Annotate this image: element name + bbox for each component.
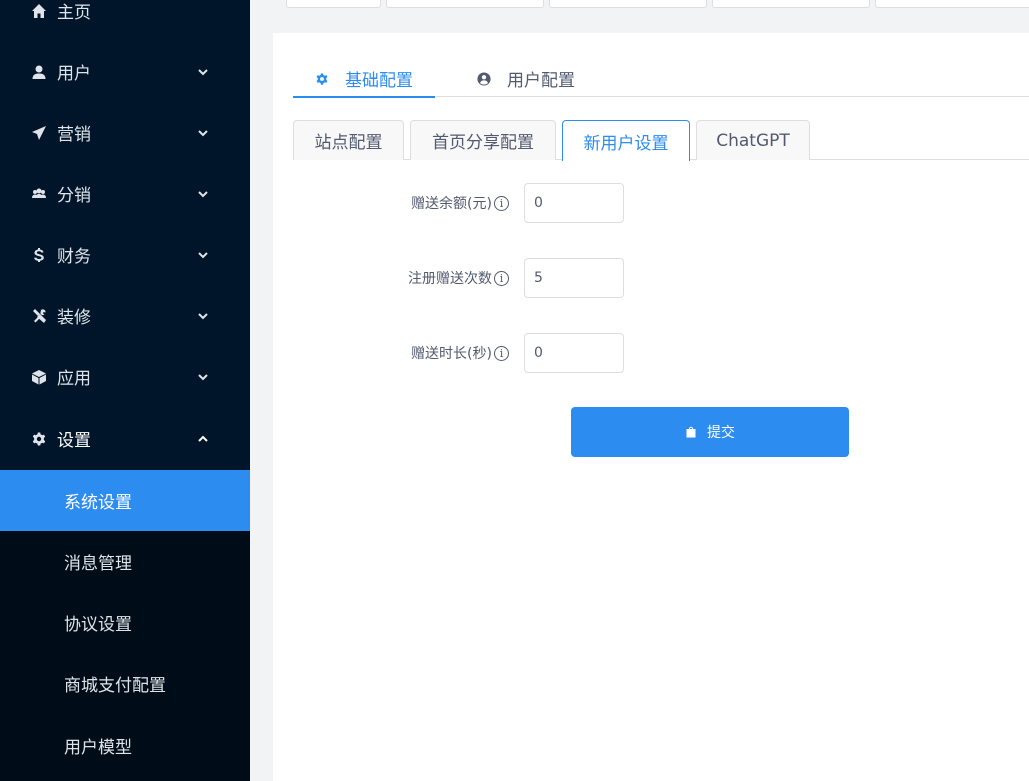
form-label: 注册赠送次数 i (408, 258, 509, 298)
dollar-icon (31, 247, 47, 263)
page-tag[interactable] (712, 0, 870, 8)
chevron-down-icon (196, 309, 210, 323)
gear-icon (31, 431, 47, 447)
tab-user-config[interactable]: 用户配置 (477, 60, 607, 97)
chevron-down-icon (196, 65, 210, 79)
page-tag[interactable] (286, 0, 381, 8)
field-label: 注册赠送次数 (408, 271, 492, 287)
bonus-balance-input[interactable] (524, 183, 624, 223)
sidebar-item-label: 主页 (57, 3, 91, 23)
sidebar-item-label: 用户 (57, 64, 91, 84)
form-label: 赠送时长(秒) i (411, 333, 509, 373)
page-tag[interactable] (549, 0, 707, 8)
form-row-bonus-duration: 赠送时长(秒) i (273, 333, 1029, 373)
register-bonus-count-input[interactable] (524, 258, 624, 298)
form-row-register-bonus-count: 注册赠送次数 i (273, 258, 1029, 298)
sidebar-item-label: 装修 (57, 308, 91, 328)
chevron-up-icon (196, 432, 210, 446)
submit-label: 提交 (707, 425, 735, 441)
sub-config-tabs: 站点配置 首页分享配置 新用户设置 ChatGPT (293, 120, 1029, 161)
bonus-duration-input[interactable] (524, 333, 624, 373)
tools-icon (31, 308, 47, 324)
cube-icon (31, 369, 47, 385)
tab-label: 用户配置 (507, 71, 575, 91)
sidebar-subitem-agreement-settings[interactable]: 协议设置 (0, 592, 250, 653)
sidebar-item-decoration[interactable]: 装修 (0, 285, 250, 346)
sidebar-subitem-message-management[interactable]: 消息管理 (0, 531, 250, 592)
tab-chatgpt[interactable]: ChatGPT (696, 120, 810, 160)
form-row-bonus-balance: 赠送余额(元) i (273, 183, 1029, 223)
sidebar-item-label: 营销 (57, 125, 91, 145)
sidebar-item-label: 财务 (57, 247, 91, 267)
sidebar-subitem-payment-config[interactable]: 商城支付配置 (0, 653, 250, 714)
group-icon (31, 186, 47, 202)
sidebar-item-finance[interactable]: 财务 (0, 224, 250, 285)
sidebar-subitem-user-model[interactable]: 用户模型 (0, 715, 250, 776)
sidebar-item-apps[interactable]: 应用 (0, 346, 250, 407)
gear-icon (316, 72, 328, 85)
sidebar: 主页 用户 营销 分销 财务 装修 应用 设置 系统设置 消息管理 协议设置 商… (0, 0, 250, 781)
info-icon[interactable]: i (494, 270, 509, 286)
tags-bar (250, 0, 1029, 14)
send-icon (31, 125, 47, 141)
info-icon[interactable]: i (494, 345, 509, 361)
user-icon (31, 64, 47, 80)
form-label: 赠送余额(元) i (411, 183, 509, 223)
sidebar-item-label: 设置 (57, 431, 91, 451)
info-icon[interactable]: i (494, 195, 509, 211)
main-panel: 基础配置 用户配置 站点配置 首页分享配置 新用户设置 ChatGPT 赠送余额… (273, 33, 1029, 781)
sidebar-item-distribution[interactable]: 分销 (0, 163, 250, 224)
chevron-down-icon (196, 126, 210, 140)
home-icon (31, 3, 47, 19)
bag-icon (686, 426, 696, 438)
sidebar-item-user[interactable]: 用户 (0, 41, 250, 102)
tab-basic-config[interactable]: 基础配置 (293, 60, 435, 98)
sidebar-item-label: 应用 (57, 369, 91, 389)
chevron-down-icon (196, 187, 210, 201)
chevron-down-icon (196, 370, 210, 384)
tab-site-config[interactable]: 站点配置 (293, 120, 404, 160)
field-label: 赠送余额(元) (411, 196, 492, 212)
sidebar-item-marketing[interactable]: 营销 (0, 102, 250, 163)
sidebar-item-settings[interactable]: 设置 (0, 408, 250, 469)
sidebar-item-home[interactable]: 主页 (0, 0, 250, 41)
config-tabs: 基础配置 用户配置 (293, 60, 1029, 98)
sidebar-item-label: 分销 (57, 186, 91, 206)
tab-home-share-config[interactable]: 首页分享配置 (410, 120, 556, 160)
field-label: 赠送时长(秒) (411, 346, 492, 362)
sidebar-subitem-system-settings[interactable]: 系统设置 (0, 470, 250, 531)
page-tag[interactable] (386, 0, 544, 8)
submit-button[interactable]: 提交 (571, 407, 849, 457)
tab-label: 基础配置 (345, 71, 413, 91)
user-circle-icon (477, 71, 491, 86)
page-tag[interactable] (875, 0, 1029, 8)
tab-new-user-settings[interactable]: 新用户设置 (562, 120, 690, 161)
chevron-down-icon (196, 248, 210, 262)
